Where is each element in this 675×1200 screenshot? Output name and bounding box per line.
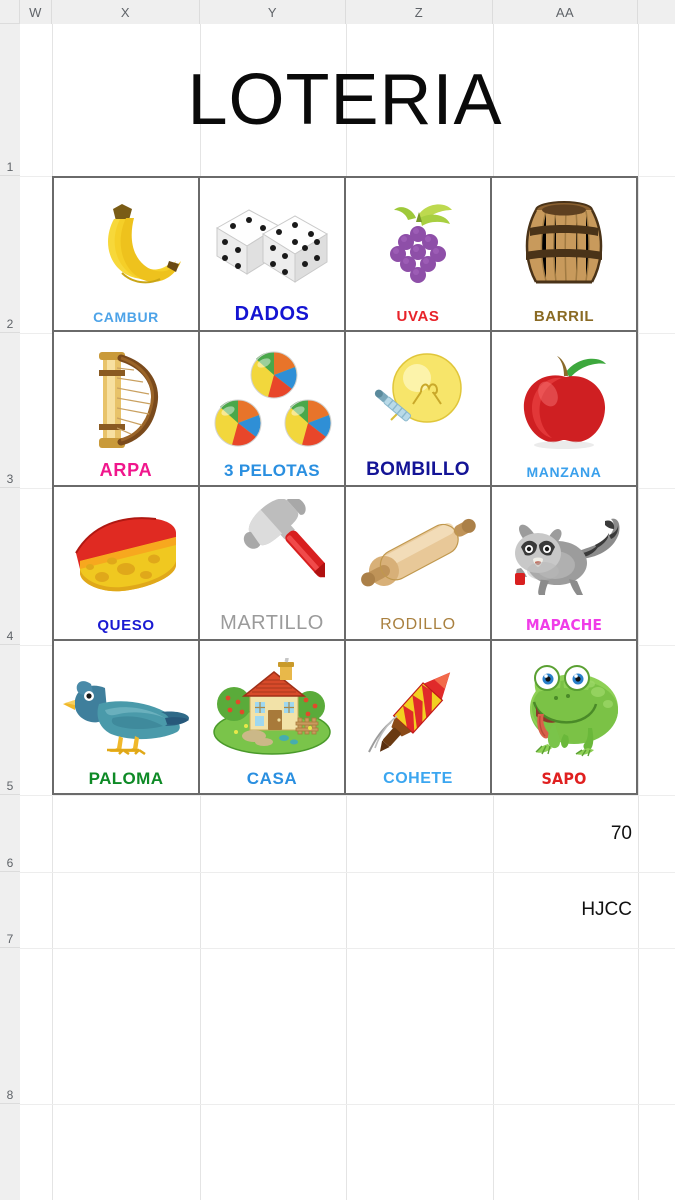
loteria-card-grid: CAMBUR DADOS UVAS BARRIL ARPA 3 PELOTAS … [52,176,638,795]
gridline-vertical [638,24,639,1200]
loteria-card-label: UVAS [396,308,440,326]
loteria-card[interactable]: MANZANA [492,332,638,487]
loteria-card-label: ARPA [99,459,153,480]
loteria-card[interactable]: 3 PELOTAS [200,332,346,487]
row-header-7[interactable]: 7 [0,872,20,948]
loteria-card-label: 3 PELOTAS [224,460,320,480]
row-header-9[interactable] [0,1104,20,1200]
loteria-card-label: CASA [246,769,298,788]
page-title: LOTERIA [187,60,503,140]
loteria-card[interactable]: BOMBILLO [346,332,492,487]
house-icon [200,641,344,770]
hammer-icon [200,487,344,613]
column-header-y[interactable]: Y [200,0,346,24]
rolling-pin-icon [346,487,490,617]
row-header-6[interactable]: 6 [0,795,20,872]
bananas-icon [54,178,198,310]
column-header-x[interactable]: X [52,0,200,24]
apple-icon [492,332,636,464]
dice-icon [200,178,344,304]
loteria-card-label: MAPACHE [525,615,603,634]
grapes-icon [346,178,490,309]
frog-icon [492,641,636,771]
loteria-card[interactable]: MAPACHE [492,486,638,641]
harp-icon [54,332,198,460]
loteria-card-label: BOMBILLO [366,458,470,480]
gridline-horizontal [20,1104,675,1105]
lightbulb-icon [346,332,490,459]
row-header-4[interactable]: 4 [0,488,20,645]
loteria-card[interactable]: CASA [200,640,346,795]
raccoon-icon [492,487,636,618]
row-header-1[interactable]: 1 [0,24,20,176]
loteria-card[interactable]: BARRIL [492,178,638,333]
loteria-card-label: MARTILLO [220,611,324,634]
row-header-8[interactable]: 8 [0,948,20,1104]
cell-row7-value[interactable]: HJCC [346,872,638,948]
spreadsheet-canvas: LOTERIA CAMBUR DADOS UVAS BARRIL ARPA 3 … [0,0,675,1200]
loteria-card-label: BARRIL [533,308,595,326]
loteria-card[interactable]: MARTILLO [200,486,346,641]
loteria-card-label: PALOMA [88,769,164,788]
row-header-3[interactable]: 3 [0,333,20,488]
loteria-card[interactable]: DADOS [200,178,346,333]
loteria-card-label: CAMBUR [93,309,159,326]
loteria-card[interactable]: QUESO [54,486,200,641]
loteria-card[interactable]: CAMBUR [54,178,200,333]
cell-row6-value[interactable]: 70 [346,795,638,872]
column-header-next[interactable] [638,0,675,24]
row-header-5[interactable]: 5 [0,645,20,795]
column-header-w[interactable]: W [20,0,52,24]
gridline-horizontal [20,948,675,949]
loteria-card[interactable]: UVAS [346,178,492,333]
barrel-icon [492,178,636,309]
firework-rocket-icon [346,641,490,771]
loteria-card[interactable]: COHETE [346,640,492,795]
loteria-card-label: RODILLO [380,615,456,633]
column-header-z[interactable]: Z [346,0,493,24]
loteria-card[interactable]: SAPO [492,640,638,795]
column-header-aa[interactable]: AA [493,0,638,24]
loteria-card[interactable]: ARPA [54,332,200,487]
loteria-card-label: COHETE [383,770,453,787]
loteria-card-label: SAPO [541,769,587,788]
loteria-card[interactable]: PALOMA [54,640,200,795]
beach-balls-icon [200,332,344,461]
loteria-card[interactable]: RODILLO [346,486,492,641]
loteria-card-label: QUESO [97,616,155,634]
cheese-icon [54,487,198,618]
loteria-card-label: DADOS [234,303,310,326]
pigeon-icon [54,641,198,770]
row-header-2[interactable]: 2 [0,176,20,333]
loteria-card-label: MANZANA [526,463,602,480]
select-all-corner[interactable] [0,0,20,24]
